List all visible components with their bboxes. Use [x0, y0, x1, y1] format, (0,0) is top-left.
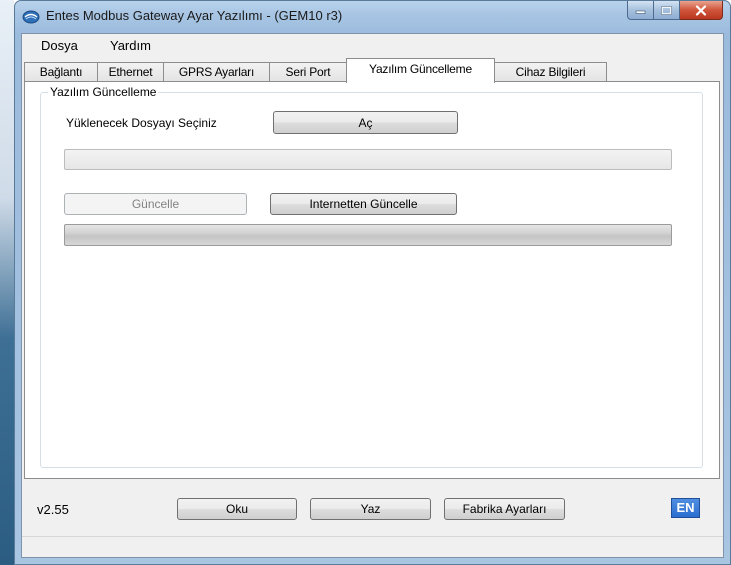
- minimize-button[interactable]: [627, 1, 654, 20]
- read-button[interactable]: Oku: [177, 498, 297, 520]
- update-progress-bar: [64, 224, 672, 246]
- client-area: Dosya Yardım Bağlantı Ethernet GPRS Ayar…: [21, 33, 724, 558]
- window-title: Entes Modbus Gateway Ayar Yazılımı - (GE…: [46, 8, 343, 23]
- version-label: v2.55: [37, 502, 69, 517]
- tab-baglanti[interactable]: Bağlantı: [24, 62, 98, 82]
- maximize-button[interactable]: [654, 1, 680, 20]
- tab-cihaz-bilgileri[interactable]: Cihaz Bilgileri: [494, 62, 607, 82]
- menu-bar: Dosya Yardım: [22, 34, 723, 56]
- desktop-background: [0, 0, 14, 565]
- bottom-toolbar: v2.55 Oku Yaz Fabrika Ayarları EN: [22, 483, 723, 536]
- open-file-button[interactable]: Aç: [273, 111, 458, 134]
- caption-buttons: [627, 1, 723, 21]
- minimize-icon: [635, 10, 646, 14]
- update-groupbox: Yazılım Güncelleme Yüklenecek Dosyayı Se…: [40, 85, 703, 468]
- groupbox-title: Yazılım Güncelleme: [48, 85, 159, 99]
- tab-seri-port[interactable]: Seri Port: [269, 62, 347, 82]
- menu-dosya[interactable]: Dosya: [41, 38, 78, 53]
- tab-strip: Bağlantı Ethernet GPRS Ayarları Seri Por…: [22, 58, 723, 83]
- close-button[interactable]: [680, 1, 723, 20]
- menu-yardim[interactable]: Yardım: [110, 38, 151, 53]
- tab-page-yazilim-guncelleme: Yazılım Güncelleme Yüklenecek Dosyayı Se…: [24, 81, 720, 479]
- update-button[interactable]: Güncelle: [64, 193, 247, 215]
- tab-yazilim-guncelleme[interactable]: Yazılım Güncelleme: [346, 58, 495, 83]
- tab-gprs-ayarlari[interactable]: GPRS Ayarları: [163, 62, 270, 82]
- maximize-icon: [661, 5, 672, 15]
- close-icon: [695, 4, 707, 16]
- file-progress-bar: [64, 149, 672, 170]
- app-logo-icon: [22, 10, 40, 24]
- language-button[interactable]: EN: [671, 498, 700, 518]
- internet-update-button[interactable]: Internetten Güncelle: [270, 193, 457, 215]
- select-file-label: Yüklenecek Dosyayı Seçiniz: [66, 116, 217, 130]
- write-button[interactable]: Yaz: [310, 498, 431, 520]
- status-bar: [22, 536, 723, 557]
- title-bar[interactable]: Entes Modbus Gateway Ayar Yazılımı - (GE…: [15, 1, 730, 32]
- factory-settings-button[interactable]: Fabrika Ayarları: [444, 498, 565, 520]
- tab-ethernet[interactable]: Ethernet: [97, 62, 164, 82]
- app-window: Entes Modbus Gateway Ayar Yazılımı - (GE…: [14, 0, 731, 565]
